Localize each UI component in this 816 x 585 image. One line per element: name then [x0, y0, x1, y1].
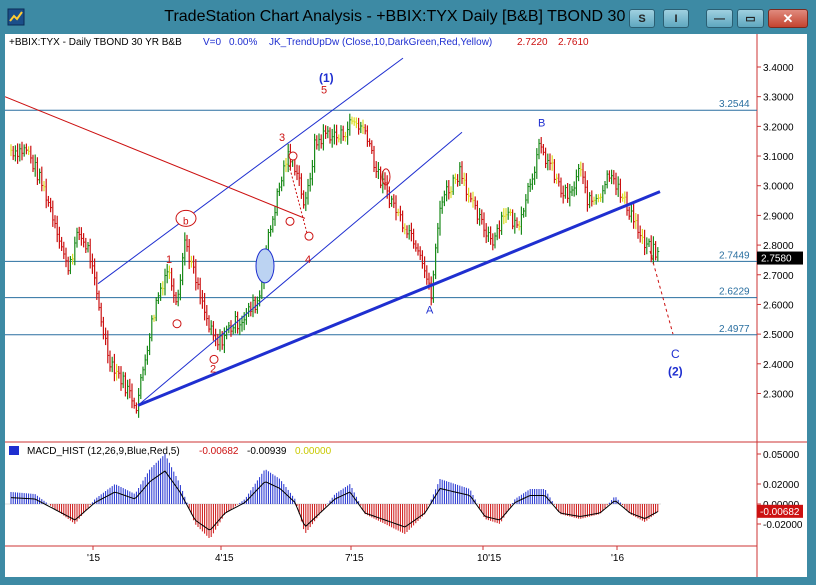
i-button-label: I [674, 12, 678, 25]
price-tick-label: 2.7000 [763, 271, 794, 282]
pivot-marker [285, 216, 295, 226]
chart-area[interactable]: +BBIX:TYX - Daily TBOND 30 YR B&B V=0 0.… [5, 34, 807, 577]
date-tick-label: '16 [611, 553, 624, 564]
price-tick-label: 3.3000 [763, 93, 794, 104]
i-menu-button[interactable]: I [663, 9, 689, 28]
fib-level-label: 2.6229 [719, 287, 750, 298]
macd-value-3: 0.00000 [295, 446, 332, 457]
s-button-label: S [638, 12, 646, 25]
price-tick-label: 2.3000 [763, 389, 794, 400]
close-icon: ✕ [782, 10, 794, 26]
wave-label-C: C [671, 347, 680, 361]
price-tick-label: 2.8000 [763, 241, 794, 252]
macd-tick-label: 0.02000 [763, 480, 800, 491]
price-tick-label: 2.5000 [763, 330, 794, 341]
volume-label: V=0 [203, 37, 222, 48]
wave-label-two: 2 [210, 364, 216, 376]
window-title: TradeStation Chart Analysis - +BBIX:TYX … [164, 8, 652, 25]
price-tick-label: 3.1000 [763, 152, 794, 163]
symbol-label: +BBIX:TYX - Daily TBOND 30 YR B&B [9, 37, 182, 48]
date-tick-label: 4'15 [215, 553, 234, 564]
fib-level-label: 2.4977 [719, 324, 750, 335]
price-tick-label: 3.2000 [763, 122, 794, 133]
wave-label-b_small: b [183, 216, 189, 227]
price-tick-label: 3.0000 [763, 182, 794, 193]
wave-label-five: 5 [321, 85, 327, 97]
date-tick-label: 10'15 [477, 553, 502, 564]
highlight-ellipse [255, 248, 275, 284]
chart-canvas[interactable]: +BBIX:TYX - Daily TBOND 30 YR B&B V=0 0.… [5, 34, 807, 577]
maximize-icon: ▭ [745, 13, 756, 25]
date-tick-label: '15 [87, 553, 100, 564]
pivot-marker [304, 231, 314, 241]
fib-level-label: 2.7449 [719, 250, 750, 261]
change-label: 0.00% [229, 37, 257, 48]
price-tick-label: 2.6000 [763, 300, 794, 311]
wave-label-one: 1 [166, 254, 172, 266]
price-tick-label: 3.4000 [763, 63, 794, 74]
title-bar: TradeStation Chart Analysis - +BBIX:TYX … [0, 0, 816, 34]
macd-current-label: -0.00682 [760, 507, 800, 518]
macd-tick-label: -0.02000 [763, 520, 803, 531]
indicator-value-1: 2.7220 [517, 37, 548, 48]
fib-level-label: 3.2544 [719, 99, 750, 110]
wave-label-B: B [538, 117, 545, 129]
price-tick-label: 2.4000 [763, 360, 794, 371]
wave-label-A: A [426, 304, 434, 316]
macd-tick-label: 0.05000 [763, 450, 800, 461]
pivot-marker [172, 319, 182, 329]
minimize-button[interactable]: — [706, 9, 733, 28]
date-tick-label: 7'15 [345, 553, 364, 564]
price-tick-label: 2.9000 [763, 211, 794, 222]
maximize-button[interactable]: ▭ [737, 9, 764, 28]
s-menu-button[interactable]: S [629, 9, 655, 28]
wave-label-wave_2: (2) [668, 365, 683, 379]
chart-window: TradeStation Chart Analysis - +BBIX:TYX … [0, 0, 816, 585]
indicator-value-2: 2.7610 [558, 37, 589, 48]
close-button[interactable]: ✕ [768, 9, 808, 28]
macd-value-2: -0.00939 [247, 446, 287, 457]
wave-label-wave_1_top: (1) [319, 71, 334, 85]
macd-swatch-icon [9, 446, 19, 455]
macd-value-1: -0.00682 [199, 446, 239, 457]
wave-label-three: 3 [279, 132, 285, 144]
pivot-marker [209, 354, 219, 364]
pivot-marker [288, 151, 298, 161]
minimize-icon: — [714, 12, 725, 25]
wave-label-four: 4 [305, 254, 311, 266]
last-price-label: 2.7580 [761, 254, 792, 265]
status-bar [0, 577, 816, 585]
indicator-label: JK_TrendUpDw (Close,10,DarkGreen,Red,Yel… [269, 37, 492, 48]
macd-label: MACD_HIST (12,26,9,Blue,Red,5) [27, 446, 180, 457]
